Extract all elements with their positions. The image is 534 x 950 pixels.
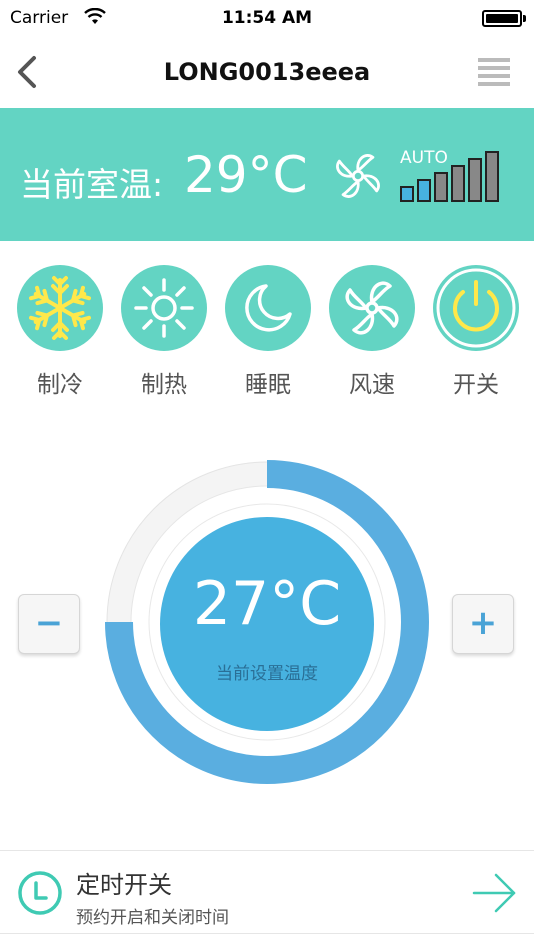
mode-power-label: 开关 xyxy=(453,372,499,398)
arrow-right-icon xyxy=(472,873,516,913)
mode-heat-label: 制热 xyxy=(141,372,187,398)
fan-icon xyxy=(345,281,399,335)
fan-speed-bar xyxy=(485,151,499,202)
power-icon xyxy=(436,268,516,348)
fan-speed-bar xyxy=(468,158,482,202)
status-bar: Carrier 11:54 AM xyxy=(0,0,534,38)
mode-sleep-button[interactable]: 睡眠 xyxy=(225,265,311,399)
fan-icon xyxy=(336,154,380,198)
mode-cool-label: 制冷 xyxy=(37,372,83,398)
status-time: 11:54 AM xyxy=(221,8,313,28)
battery-tip xyxy=(523,15,526,22)
clock-icon xyxy=(18,871,62,915)
mode-fan-button[interactable]: 风速 xyxy=(329,265,415,399)
room-temp-banner: 当前室温: 29°C AUTO xyxy=(0,108,534,241)
fan-speed-bar xyxy=(400,186,414,202)
fan-speed-bars xyxy=(400,150,504,202)
moon-icon xyxy=(245,284,292,332)
mode-sleep-label: 睡眠 xyxy=(245,372,291,398)
room-temp-label: 当前室温: xyxy=(20,165,164,204)
set-temp-label: 当前设置温度 xyxy=(216,664,318,684)
timer-title: 定时开关 xyxy=(76,871,172,899)
mode-fan-label: 风速 xyxy=(349,372,395,398)
fan-speed-bar xyxy=(451,165,465,202)
mode-buttons: 制冷 制热 睡眠 风速 开关 xyxy=(0,265,534,398)
room-temp-value: 29°C xyxy=(184,146,308,204)
decrease-temp-button[interactable]: − xyxy=(18,594,80,654)
mode-cool-button[interactable]: 制冷 xyxy=(17,265,103,399)
fan-speed-bar xyxy=(434,172,448,202)
sun-icon xyxy=(134,278,194,338)
mode-heat-button[interactable]: 制热 xyxy=(121,265,207,399)
increase-temp-button[interactable]: + xyxy=(452,594,514,654)
nav-bar: LONG0013eeea xyxy=(0,38,534,108)
dial-center: 27°C 当前设置温度 xyxy=(160,517,374,731)
timer-subtitle: 预约开启和关闭时间 xyxy=(76,908,229,928)
battery-icon xyxy=(482,10,522,27)
snowflake-icon xyxy=(28,276,92,340)
fan-speed-bar xyxy=(417,179,431,202)
device-title: LONG0013eeea xyxy=(163,58,371,86)
menu-button[interactable] xyxy=(476,54,512,90)
set-temp-value: 27°C xyxy=(192,569,342,639)
timer-row[interactable]: 定时开关 预约开启和关闭时间 xyxy=(0,850,534,934)
mode-power-button[interactable]: 开关 xyxy=(433,265,519,399)
